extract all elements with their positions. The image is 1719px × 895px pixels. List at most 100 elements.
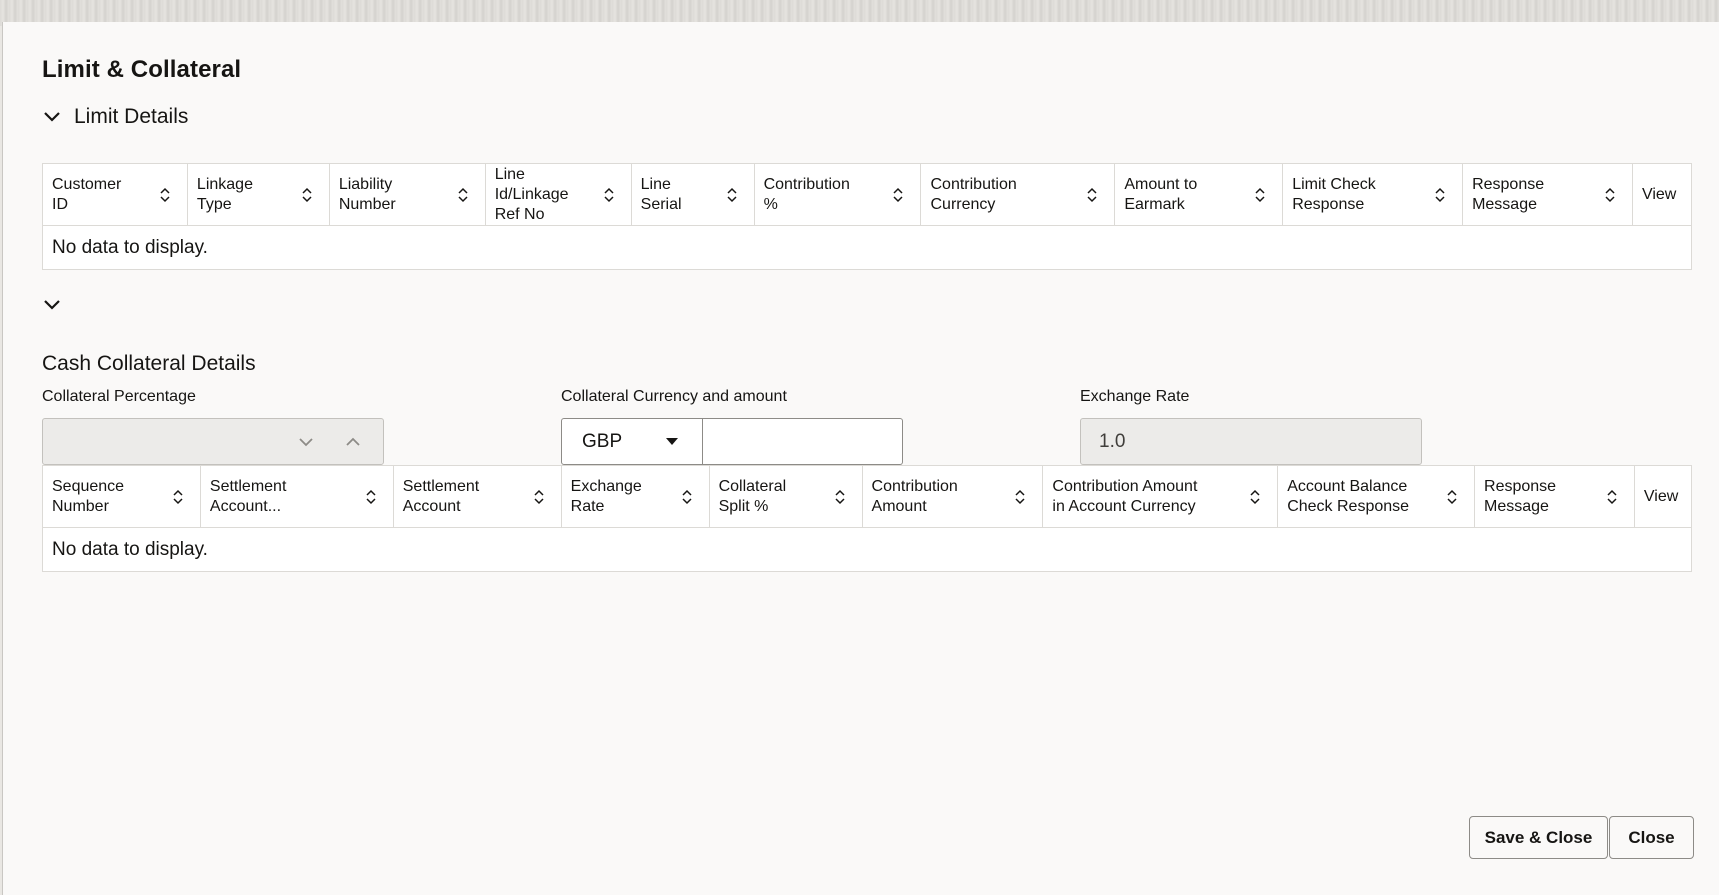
column-header-line: Currency — [930, 195, 996, 213]
column-header-line: Settlement — [209, 477, 287, 495]
sort-up-down-icon[interactable] — [1085, 186, 1099, 204]
caret-down-icon — [666, 438, 678, 445]
column-header-line: Contribution — [930, 175, 1017, 193]
column-header-label: Settlement Account — [403, 477, 479, 517]
sort-up-down-icon[interactable] — [1253, 186, 1267, 204]
column-header-line: View — [1641, 185, 1677, 203]
sort-up-down-icon[interactable] — [456, 186, 470, 204]
sort-up-down-icon[interactable] — [300, 186, 314, 204]
column-header-label: Customer ID — [52, 175, 121, 215]
column-header-line: Response — [1472, 175, 1545, 193]
close-button[interactable]: Close — [1609, 816, 1694, 859]
limit-column-header[interactable]: Line Id/Linkage Ref No — [484, 163, 632, 226]
column-header-line: Response — [1484, 477, 1557, 495]
chevron-down-icon[interactable] — [297, 433, 315, 451]
limit-column-header[interactable]: Response Message — [1462, 163, 1633, 226]
cash-column-header[interactable]: Account Balance Check Response — [1277, 465, 1475, 528]
collateral-currency-select[interactable]: GBP — [561, 418, 703, 465]
cash-column-header[interactable]: Contribution Amount — [861, 465, 1043, 528]
column-header-label: View — [1644, 487, 1678, 507]
cash-column-header[interactable]: Settlement Account... — [199, 465, 394, 528]
column-header-line: % — [763, 195, 778, 213]
chevron-down-icon — [44, 300, 60, 310]
column-header-label: Settlement Account... — [210, 477, 286, 517]
column-header-label: Sequence Number — [52, 477, 124, 517]
sort-up-down-icon[interactable] — [602, 186, 616, 204]
sort-up-down-icon[interactable] — [680, 488, 694, 506]
column-header-line: Split % — [718, 497, 769, 515]
column-header-line: Message — [1484, 497, 1549, 515]
column-header-line: Rate — [570, 497, 605, 515]
column-header-label: Liability Number — [339, 175, 396, 215]
column-header-line: Settlement — [402, 477, 480, 495]
cash-collateral-table: Sequence Number Settlement Account... Settle… — [42, 465, 1692, 572]
column-header-line: Limit Check — [1292, 175, 1376, 193]
sort-up-down-icon[interactable] — [1013, 488, 1027, 506]
column-header-line: Liability — [338, 175, 393, 193]
collateral-percentage-label: Collateral Percentage — [42, 388, 196, 405]
column-header-line: Exchange — [570, 477, 642, 495]
sort-up-down-icon[interactable] — [1445, 488, 1459, 506]
limit-column-header[interactable]: Customer ID — [42, 163, 188, 226]
cash-column-header[interactable]: Sequence Number — [42, 465, 201, 528]
cash-column-header[interactable]: Collateral Split % — [708, 465, 863, 528]
collateral-amount-input[interactable] — [703, 418, 903, 465]
column-header-line: Number — [52, 497, 109, 515]
column-header-line: Customer — [52, 175, 122, 193]
cash-column-header[interactable]: Settlement Account — [392, 465, 562, 528]
sort-up-down-icon[interactable] — [833, 488, 847, 506]
column-header-label: Response Message — [1472, 175, 1544, 215]
sort-up-down-icon[interactable] — [1603, 186, 1617, 204]
column-header-label: View — [1642, 185, 1676, 205]
limit-column-header[interactable]: Limit Check Response — [1282, 163, 1463, 226]
sort-up-down-icon[interactable] — [364, 488, 378, 506]
column-header-line: View — [1643, 487, 1679, 505]
column-header-label: Contribution Amount in Account Currency — [1052, 477, 1197, 517]
limit-details-table: Customer ID Linkage Type Liability Number Line… — [42, 163, 1692, 270]
sort-up-down-icon[interactable] — [171, 488, 185, 506]
column-header-label: Exchange Rate — [571, 477, 642, 517]
sort-up-down-icon[interactable] — [158, 186, 172, 204]
column-header-line: Contribution — [763, 175, 850, 193]
exchange-rate-label: Exchange Rate — [1080, 388, 1190, 405]
limit-details-toggle[interactable]: Limit Details — [42, 105, 188, 129]
chevron-up-icon[interactable] — [344, 433, 362, 451]
cash-column-header[interactable]: Response Message — [1474, 465, 1635, 528]
column-header-line: Amount — [871, 497, 927, 515]
limit-details-label: Limit Details — [74, 105, 189, 128]
column-header-label: Line Serial — [641, 175, 682, 215]
limit-column-header[interactable]: Amount to Earmark — [1114, 163, 1283, 226]
limit-header-row: Customer ID Linkage Type Liability Number Line… — [42, 163, 1692, 226]
sort-up-down-icon[interactable] — [1248, 488, 1262, 506]
column-header-label: Linkage Type — [197, 175, 253, 215]
cash-column-header[interactable]: View — [1633, 465, 1692, 528]
cash-column-header[interactable]: Exchange Rate — [560, 465, 710, 528]
sort-up-down-icon[interactable] — [1605, 488, 1619, 506]
sort-up-down-icon[interactable] — [725, 186, 739, 204]
column-header-line: Earmark — [1124, 195, 1185, 213]
second-section-toggle[interactable] — [42, 295, 62, 315]
limit-column-header[interactable]: View — [1631, 163, 1692, 226]
column-header-label: Contribution Currency — [930, 175, 1016, 215]
column-header-line: Type — [196, 195, 232, 213]
sort-up-down-icon[interactable] — [532, 488, 546, 506]
column-header-line: Line — [640, 175, 671, 193]
limit-column-header[interactable]: Linkage Type — [186, 163, 330, 226]
limit-collateral-dialog: Limit & Collateral Limit Details Custome… — [2, 22, 1719, 895]
column-header-line: Linkage — [196, 175, 253, 193]
limit-column-header[interactable]: Contribution% — [753, 163, 921, 226]
column-header-line: Check Response — [1287, 497, 1410, 515]
collateral-percentage-select[interactable] — [42, 418, 384, 465]
sort-up-down-icon[interactable] — [891, 186, 905, 204]
column-header-line: Number — [338, 195, 396, 213]
limit-empty-message: No data to display. — [52, 236, 208, 258]
cash-collateral-title: Cash Collateral Details — [42, 352, 256, 375]
limit-column-header[interactable]: Contribution Currency — [920, 163, 1115, 226]
sort-up-down-icon[interactable] — [1433, 186, 1447, 204]
cash-column-header[interactable]: Contribution Amount in Account Currency — [1042, 465, 1278, 528]
limit-column-header[interactable]: Line Serial — [630, 163, 755, 226]
limit-column-header[interactable]: Liability Number — [328, 163, 486, 226]
save-close-button[interactable]: Save & Close — [1469, 816, 1608, 859]
column-header-line: Contribution Amount — [1052, 477, 1198, 495]
column-header-line: Serial — [640, 195, 682, 213]
